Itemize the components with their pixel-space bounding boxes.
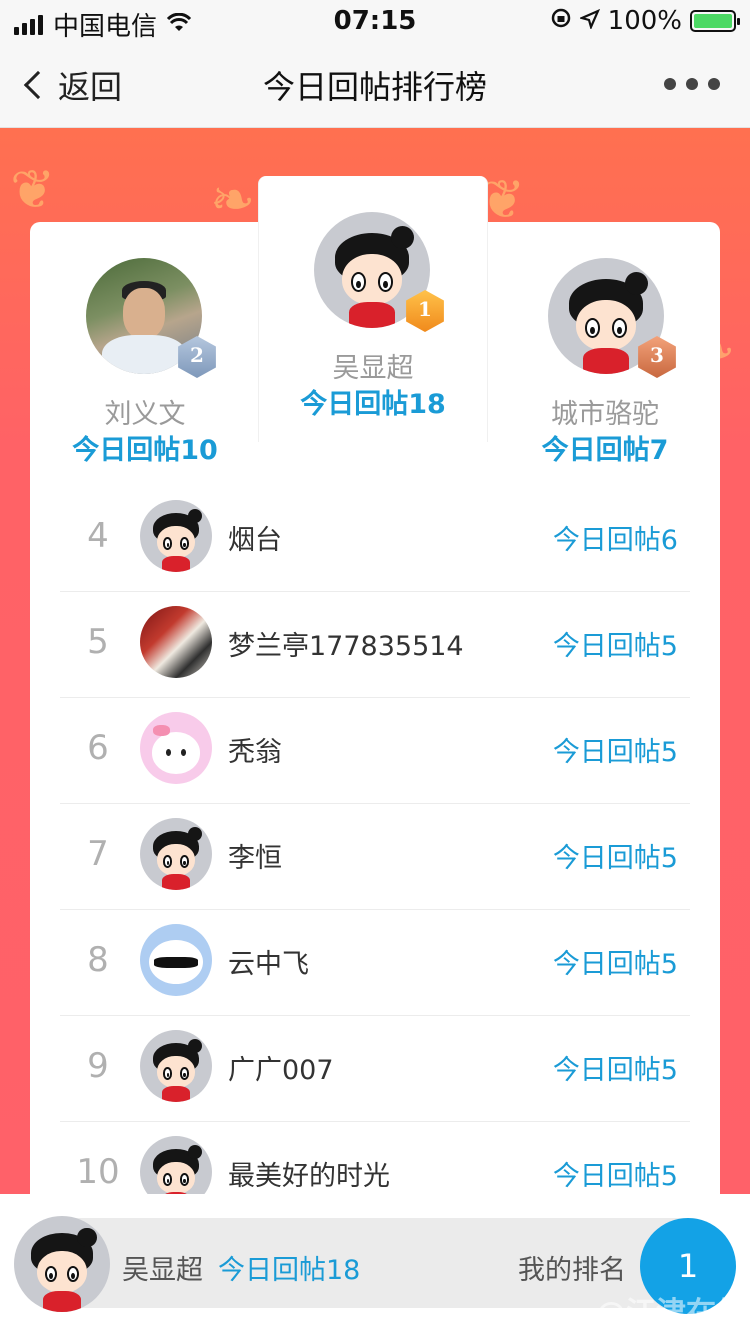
my-reply-count: 今日回帖18 (218, 1255, 361, 1286)
avatar[interactable] (140, 606, 212, 678)
reply-count: 今日回帖5 (552, 843, 678, 874)
list-item[interactable]: 8 云中飞 今日回帖5 (60, 910, 690, 1016)
location-icon (578, 6, 600, 36)
watermark: @江津在线 (596, 1296, 746, 1331)
avatar[interactable] (140, 712, 212, 784)
list-item[interactable]: 4 烟台 今日回帖6 (60, 486, 690, 592)
rank-number: 8 (87, 940, 109, 980)
avatar[interactable] (140, 1030, 212, 1102)
avatar[interactable] (140, 924, 212, 996)
list-item[interactable]: 5 梦兰亭177835514 今日回帖5 (60, 592, 690, 698)
user-name: 梦兰亭177835514 (228, 631, 464, 662)
user-name: 云中飞 (228, 949, 309, 980)
list-item[interactable]: 7 李恒 今日回帖5 (60, 804, 690, 910)
status-right: 100% (550, 6, 740, 36)
podium-count-3: 今日回帖7 (541, 435, 669, 466)
reply-count: 今日回帖5 (552, 737, 678, 768)
battery-icon (690, 10, 740, 32)
user-name: 李恒 (228, 843, 282, 874)
reply-count: 今日回帖5 (552, 631, 678, 662)
my-rank-label: 我的排名 (518, 1255, 626, 1286)
podium-name-1: 吴显超 (332, 353, 414, 384)
reply-count: 今日回帖5 (552, 1161, 678, 1192)
user-name: 最美好的时光 (228, 1161, 390, 1192)
avatar[interactable] (140, 500, 212, 572)
my-name: 吴显超 (122, 1255, 203, 1286)
more-icon[interactable] (664, 78, 720, 90)
rank-number: 10 (76, 1152, 120, 1192)
battery-percent: 100% (607, 6, 682, 36)
rank-number: 7 (87, 834, 109, 874)
my-rank-bar: 吴显超 今日回帖18 我的排名 1 @江津在线 (0, 1194, 750, 1334)
podium-name-3: 城市骆驼 (551, 399, 659, 430)
status-bar: 中国电信 07:15 100% (0, 0, 750, 42)
reply-count: 今日回帖5 (552, 1055, 678, 1086)
reply-count: 今日回帖6 (552, 525, 678, 556)
rank-number: 9 (87, 1046, 109, 1086)
avatar[interactable] (14, 1216, 110, 1312)
podium-count-2: 今日回帖10 (72, 435, 218, 466)
list-item[interactable]: 6 秃翁 今日回帖5 (60, 698, 690, 804)
nav-bar: 返回 今日回帖排行榜 (0, 40, 750, 128)
reply-count: 今日回帖5 (552, 949, 678, 980)
leaf-decoration-icon: ❦ (10, 158, 56, 221)
avatar[interactable] (140, 818, 212, 890)
rank-number: 5 (87, 622, 109, 662)
rank-number: 4 (87, 516, 109, 556)
user-name: 秃翁 (228, 737, 282, 768)
list-item[interactable]: 9 广广007 今日回帖5 (60, 1016, 690, 1122)
podium-name-2: 刘义文 (104, 399, 186, 430)
page-title: 今日回帖排行榜 (262, 68, 487, 106)
user-name: 烟台 (228, 525, 282, 556)
orientation-lock-icon (550, 6, 572, 36)
user-name: 广广007 (228, 1055, 334, 1086)
podium-count-1: 今日回帖18 (300, 389, 446, 420)
rank-number: 6 (87, 728, 109, 768)
